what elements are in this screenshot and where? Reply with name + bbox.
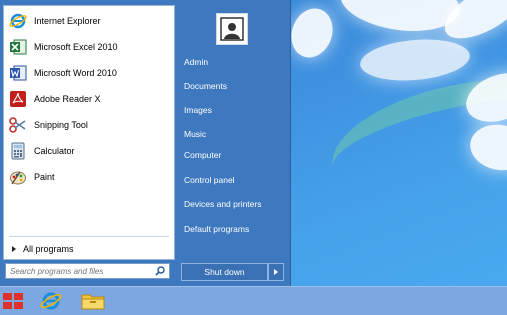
start-menu: Internet Explorer Microsoft Excel 2010 M…	[0, 0, 291, 286]
adobe-reader-icon	[8, 89, 28, 109]
chevron-right-icon	[274, 269, 278, 275]
program-label: Adobe Reader X	[34, 94, 101, 104]
file-explorer-icon	[81, 294, 105, 310]
search-box[interactable]	[5, 263, 170, 279]
program-calculator[interactable]: Calculator	[8, 140, 170, 162]
menu-item-control-panel[interactable]: Control panel	[184, 173, 235, 187]
program-paint[interactable]: Paint	[8, 166, 170, 188]
programs-pane: Internet Explorer Microsoft Excel 2010 M…	[3, 5, 175, 260]
all-programs-label: All programs	[23, 244, 74, 254]
program-word[interactable]: Microsoft Word 2010	[8, 62, 170, 84]
taskbar-file-explorer[interactable]	[80, 289, 106, 313]
menu-item-documents[interactable]: Documents	[184, 79, 227, 93]
wallpaper-petal	[284, 2, 340, 64]
shutdown-options-button[interactable]	[268, 263, 284, 281]
search-icon[interactable]	[154, 265, 166, 277]
internet-explorer-icon	[40, 292, 62, 310]
start-logo-icon	[3, 293, 23, 309]
taskbar	[0, 286, 507, 315]
menu-item-devices-and-printers[interactable]: Devices and printers	[184, 197, 261, 211]
wallpaper-petal	[336, 0, 464, 39]
program-snipping-tool[interactable]: Snipping Tool	[8, 114, 170, 136]
taskbar-internet-explorer[interactable]	[38, 289, 64, 313]
menu-item-computer[interactable]: Computer	[184, 148, 221, 162]
program-internet-explorer[interactable]: Internet Explorer	[8, 10, 170, 32]
divider	[9, 236, 169, 237]
program-label: Microsoft Excel 2010	[34, 42, 118, 52]
program-label: Microsoft Word 2010	[34, 68, 117, 78]
chevron-right-icon	[12, 246, 16, 252]
wallpaper-petal	[358, 35, 472, 85]
menu-item-admin[interactable]: Admin	[184, 55, 208, 69]
menu-item-default-programs[interactable]: Default programs	[184, 222, 249, 236]
program-label: Internet Explorer	[34, 16, 101, 26]
shutdown-button[interactable]: Shut down	[181, 263, 268, 281]
menu-item-music[interactable]: Music	[184, 127, 206, 141]
internet-explorer-icon	[8, 11, 28, 31]
calculator-icon	[8, 141, 28, 161]
word-icon	[8, 63, 28, 83]
user-avatar[interactable]	[216, 13, 248, 45]
user-icon	[220, 17, 244, 41]
program-adobe-reader[interactable]: Adobe Reader X	[8, 88, 170, 110]
search-input[interactable]	[6, 266, 154, 276]
program-excel[interactable]: Microsoft Excel 2010	[8, 36, 170, 58]
paint-palette-icon	[8, 167, 28, 187]
program-label: Calculator	[34, 146, 75, 156]
menu-item-images[interactable]: Images	[184, 103, 212, 117]
scissors-icon	[8, 115, 28, 135]
excel-icon	[8, 37, 28, 57]
program-label: Paint	[34, 172, 55, 182]
program-label: Snipping Tool	[34, 120, 88, 130]
start-button[interactable]	[0, 289, 26, 313]
all-programs-button[interactable]: All programs	[10, 242, 74, 256]
